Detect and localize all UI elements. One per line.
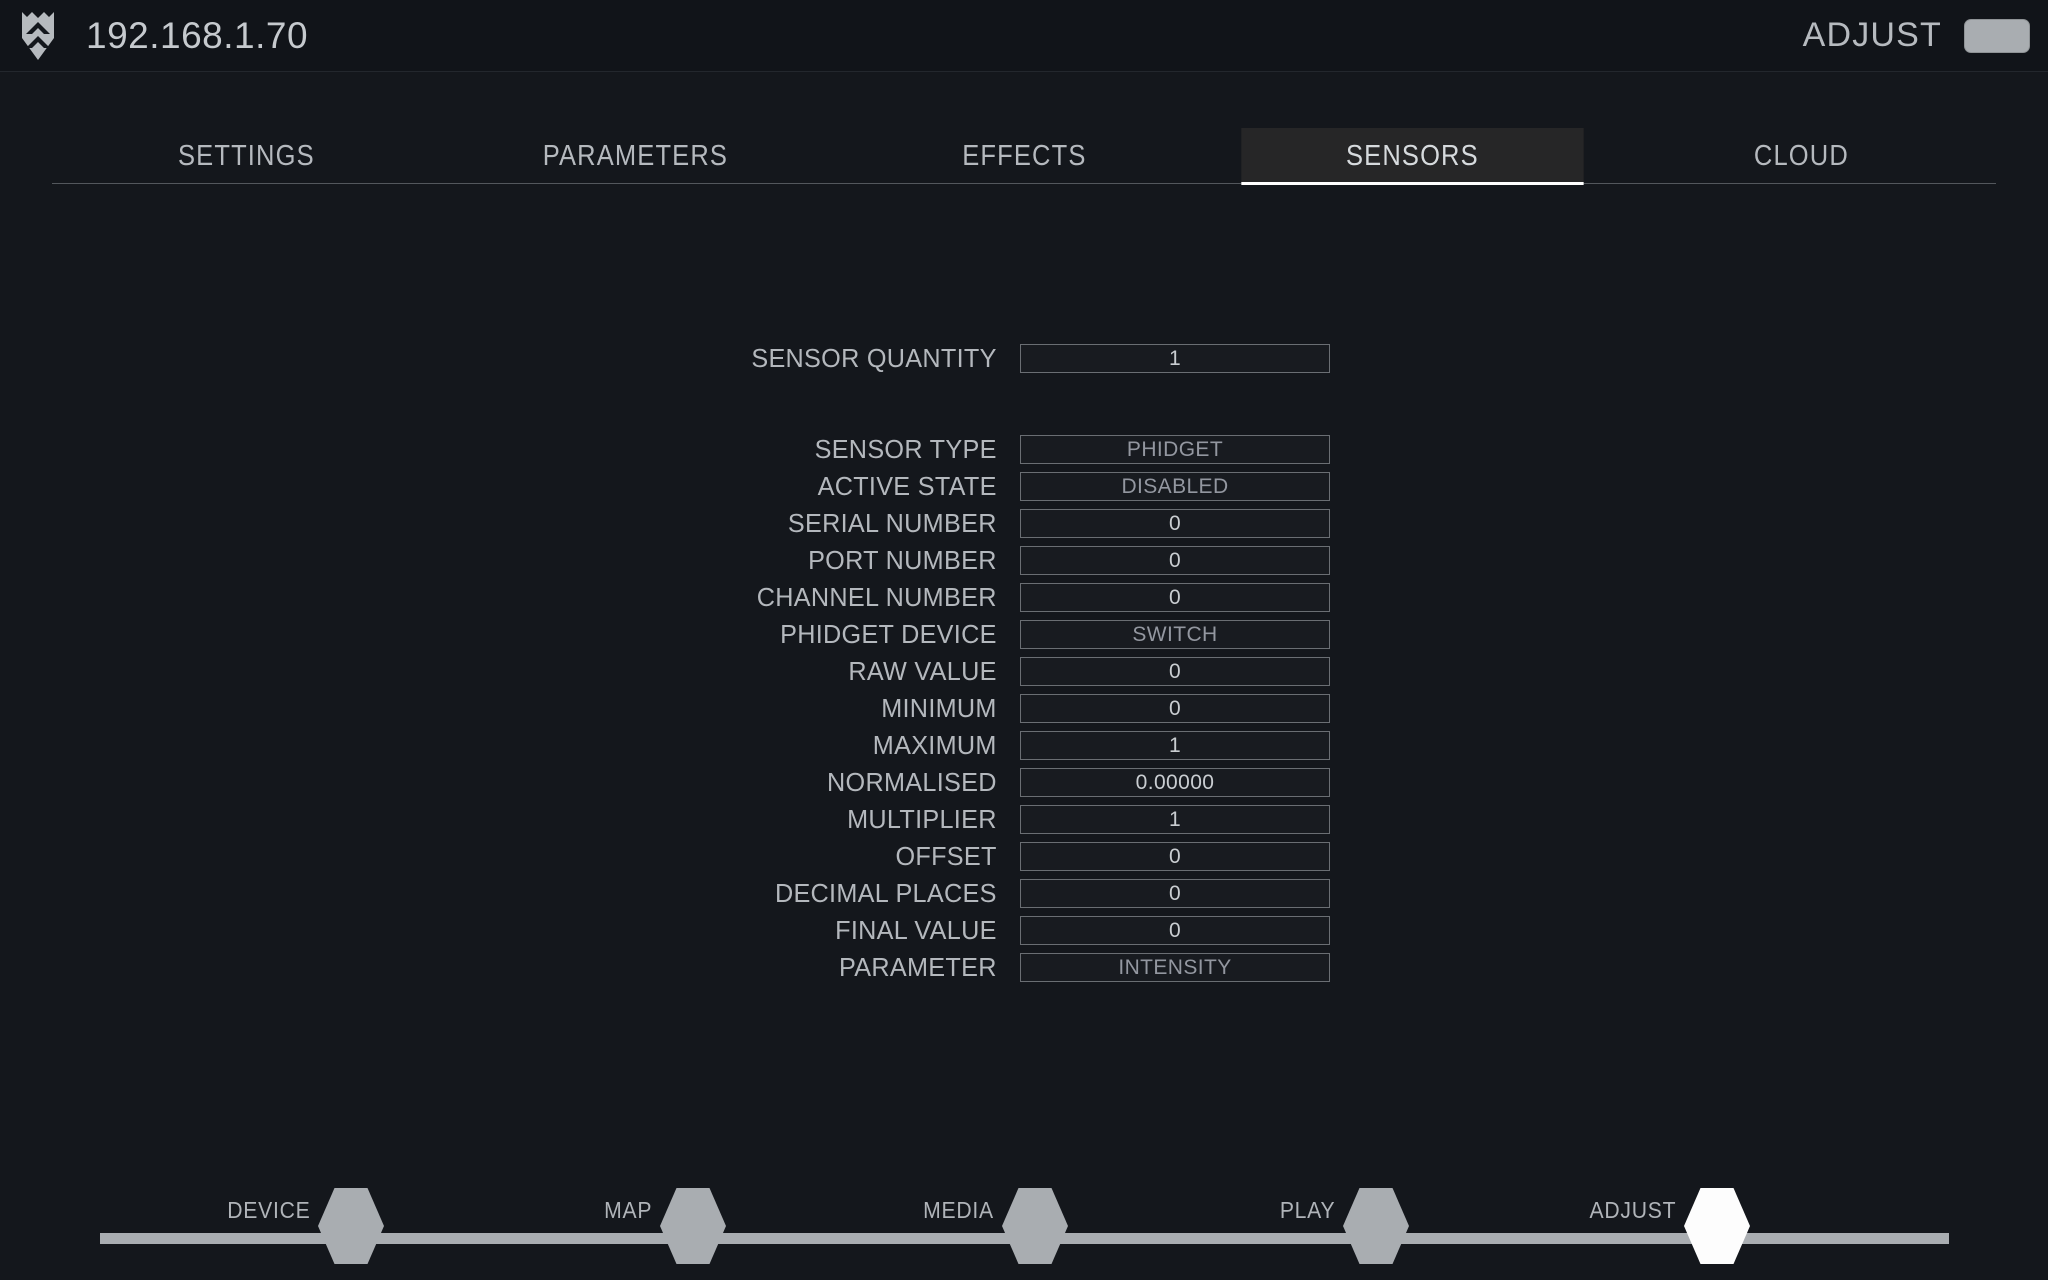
field-label-phidget-device: PHIDGET DEVICE [780,619,997,649]
field-row-serial-number: SERIAL NUMBER 0 [0,505,2048,542]
header-mode-label: ADJUST [1802,16,1942,54]
app-header: 192.168.1.70 ADJUST [0,0,2048,72]
nav-step-map[interactable]: MAP [604,1188,726,1264]
field-row-raw-value: RAW VALUE 0 [0,653,2048,690]
field-label-minimum: MINIMUM [881,693,997,723]
nav-step-label-media: MEDIA [923,1197,994,1223]
field-label-serial-number: SERIAL NUMBER [787,508,997,538]
field-row-decimal-places: DECIMAL PLACES 0 [0,875,2048,912]
field-label-port-number: PORT NUMBER [808,545,997,575]
field-label-sensor-type: SENSOR TYPE [814,434,997,464]
nav-step-adjust[interactable]: ADJUST [1589,1188,1750,1264]
field-input-port-number[interactable]: 0 [1020,546,1330,575]
field-input-normalised[interactable]: 0.00000 [1020,768,1330,797]
field-row-parameter: PARAMETER INTENSITY [0,949,2048,986]
field-row-maximum: MAXIMUM 1 [0,727,2048,764]
nav-step-hexagon-map [660,1188,726,1264]
field-row-active-state: ACTIVE STATE DISABLED [0,468,2048,505]
field-input-final-value[interactable]: 0 [1020,916,1330,945]
field-input-raw-value[interactable]: 0 [1020,657,1330,686]
header-right-group: ADJUST [1803,16,2030,55]
nav-step-label-device: DEVICE [226,1197,310,1223]
field-label-multiplier: MULTIPLIER [847,804,997,834]
field-label-sensor-quantity: SENSOR QUANTITY [751,343,997,373]
field-row-sensor-quantity: SENSOR QUANTITY 1 [0,340,2048,377]
field-label-offset: OFFSET [895,841,997,871]
field-input-channel-number[interactable]: 0 [1020,583,1330,612]
field-input-decimal-places[interactable]: 0 [1020,879,1330,908]
field-label-final-value: FINAL VALUE [835,915,997,945]
nav-step-play[interactable]: PLAY [1280,1188,1409,1264]
field-input-sensor-quantity[interactable]: 1 [1020,344,1330,373]
host-address-label: 192.168.1.70 [86,14,309,56]
nav-step-hexagon-play [1343,1188,1409,1264]
field-row-sensor-type: SENSOR TYPE PHIDGET [0,431,2048,468]
nav-step-label-map: MAP [603,1197,652,1223]
field-input-offset[interactable]: 0 [1020,842,1330,871]
field-row-offset: OFFSET 0 [0,838,2048,875]
field-label-parameter: PARAMETER [839,952,997,982]
field-input-sensor-type[interactable]: PHIDGET [1020,435,1330,464]
field-input-maximum[interactable]: 1 [1020,731,1330,760]
field-label-channel-number: CHANNEL NUMBER [756,582,997,612]
nav-step-label-adjust: ADJUST [1589,1197,1676,1223]
field-input-serial-number[interactable]: 0 [1020,509,1330,538]
field-row-phidget-device: PHIDGET DEVICE SWITCH [0,616,2048,653]
nav-step-device[interactable]: DEVICE [227,1188,384,1264]
nav-step-media[interactable]: MEDIA [923,1188,1068,1264]
field-label-maximum: MAXIMUM [872,730,997,760]
nav-step-hexagon-adjust [1684,1188,1750,1264]
shield-chevron-logo-icon [22,11,54,60]
field-row-final-value: FINAL VALUE 0 [0,912,2048,949]
nav-step-hexagon-media [1002,1188,1068,1264]
field-input-parameter[interactable]: INTENSITY [1020,953,1330,982]
header-toggle-button[interactable] [1964,18,2030,53]
tab-sensors[interactable]: SENSORS [1241,128,1584,185]
field-label-raw-value: RAW VALUE [848,656,997,686]
field-input-phidget-device[interactable]: SWITCH [1020,620,1330,649]
tab-effects[interactable]: EFFECTS [853,128,1195,184]
tab-cloud[interactable]: CLOUD [1631,128,1973,184]
tab-parameters[interactable]: PARAMETERS [464,128,806,184]
bottom-step-nav: DEVICE MAP MEDIA PLAY ADJUST [0,1160,2048,1280]
field-row-channel-number: CHANNEL NUMBER 0 [0,579,2048,616]
main-tab-bar: SETTINGS PARAMETERS EFFECTS SENSORS CLOUD [52,128,1996,185]
tab-settings[interactable]: SETTINGS [75,128,417,184]
field-label-decimal-places: DECIMAL PLACES [774,878,997,908]
field-label-normalised: NORMALISED [827,767,997,797]
field-row-normalised: NORMALISED 0.00000 [0,764,2048,801]
field-row-minimum: MINIMUM 0 [0,690,2048,727]
field-input-minimum[interactable]: 0 [1020,694,1330,723]
field-label-active-state: ACTIVE STATE [817,471,997,501]
nav-step-hexagon-device [318,1188,384,1264]
field-row-multiplier: MULTIPLIER 1 [0,801,2048,838]
sensor-field-list: SENSOR TYPE PHIDGET ACTIVE STATE DISABLED SE… [0,431,2048,986]
sensors-form-panel: SENSOR QUANTITY 1 SENSOR TYPE PHIDGET ACTI… [0,340,2048,986]
field-input-active-state[interactable]: DISABLED [1020,472,1330,501]
field-input-multiplier[interactable]: 1 [1020,805,1330,834]
field-row-port-number: PORT NUMBER 0 [0,542,2048,579]
nav-step-label-play: PLAY [1279,1197,1335,1223]
